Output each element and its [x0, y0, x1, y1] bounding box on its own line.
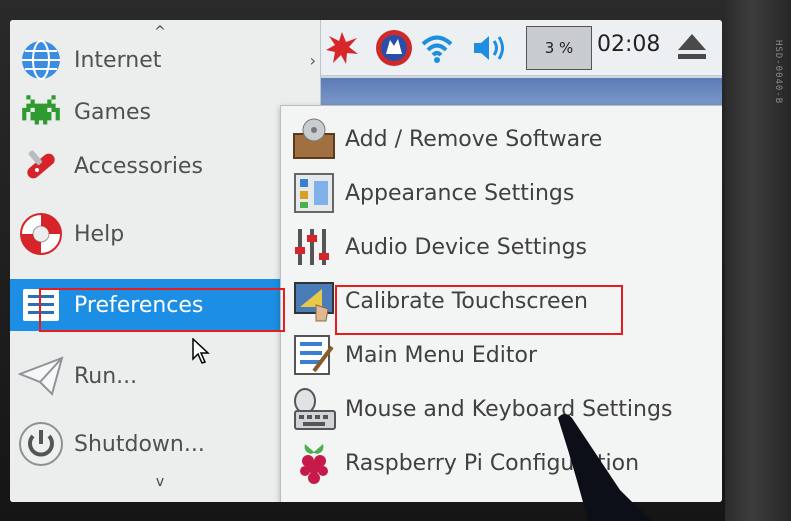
globe-icon	[14, 34, 68, 86]
menu-editor-icon	[289, 330, 339, 380]
clock[interactable]: 02:08	[597, 32, 660, 57]
submenu-item-appearance-settings[interactable]: Appearance Settings	[281, 166, 722, 220]
power-icon	[14, 418, 68, 470]
main-menu: ^ Internet › Games › Accessories	[10, 20, 321, 502]
submenu-item-label: Appearance Settings	[345, 180, 575, 206]
preferences-highlight-box	[39, 288, 285, 332]
cpu-label: 3 %	[544, 39, 574, 57]
menu-item-label: Shutdown...	[74, 431, 205, 457]
appearance-icon	[289, 168, 339, 218]
raspberry-icon	[289, 438, 339, 488]
pcb-edge: HSD-0040-B	[725, 0, 791, 521]
submenu-arrow: ›	[309, 50, 316, 70]
menu-item-label: Games	[74, 99, 151, 125]
paper-plane-icon	[14, 350, 68, 402]
finger-pointer	[558, 414, 652, 521]
submenu-item-audio-device-settings[interactable]: Audio Device Settings	[281, 220, 722, 274]
pcb-label: HSD-0040-B	[773, 40, 783, 105]
touch-icon	[289, 276, 339, 326]
submenu-item-label: Main Menu Editor	[345, 342, 538, 368]
wolf-icon[interactable]	[374, 28, 414, 68]
space-invader-icon	[14, 86, 68, 138]
scroll-down-glyph: v	[155, 474, 165, 490]
cpu-monitor[interactable]: 3 %	[526, 26, 592, 70]
menu-item-games[interactable]: Games ›	[10, 86, 316, 138]
submenu-item-label: Audio Device Settings	[345, 234, 587, 260]
package-icon	[289, 114, 339, 164]
menu-item-help[interactable]: Help	[10, 208, 280, 260]
mixer-icon	[289, 222, 339, 272]
menu-item-label: Help	[74, 221, 125, 247]
scroll-down-button[interactable]: v	[10, 472, 310, 492]
submenu-item-label: Add / Remove Software	[345, 126, 603, 152]
eject-icon[interactable]	[675, 30, 709, 64]
menu-item-shutdown[interactable]: Shutdown...	[10, 418, 280, 470]
mouse-cursor-icon	[192, 337, 210, 368]
menu-item-label: Run...	[74, 363, 138, 389]
burst-icon[interactable]	[322, 28, 362, 68]
lifebuoy-icon	[14, 208, 68, 260]
wifi-icon[interactable]	[417, 28, 457, 68]
knife-icon	[14, 140, 68, 192]
submenu-item-main-menu-editor[interactable]: Main Menu Editor	[281, 328, 722, 382]
volume-icon[interactable]	[470, 28, 510, 68]
menu-item-internet[interactable]: Internet ›	[10, 34, 316, 86]
calibrate-highlight-box	[335, 285, 623, 335]
keyboard-mouse-icon	[289, 384, 339, 434]
menu-item-label: Internet	[74, 47, 162, 73]
menu-item-accessories[interactable]: Accessories	[10, 140, 280, 192]
menu-item-label: Accessories	[74, 153, 203, 179]
menu-item-run[interactable]: Run...	[10, 350, 280, 402]
submenu-item-add-remove-software[interactable]: Add / Remove Software	[281, 112, 722, 166]
